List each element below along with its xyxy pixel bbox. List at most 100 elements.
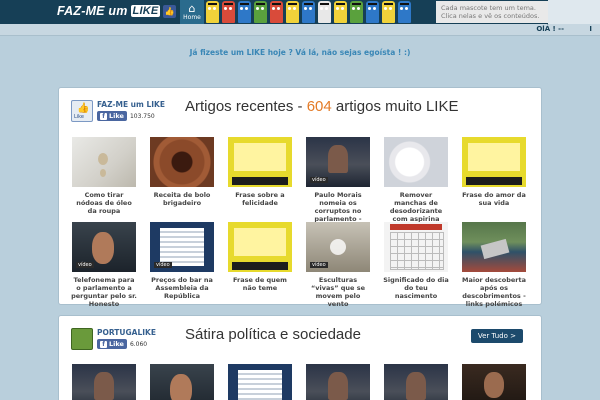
site-logo[interactable]: FAZ-ME um LIKE 👍 — [57, 2, 177, 20]
satire-title: Sátira política e sociedade — [185, 326, 361, 343]
mascot-10-icon[interactable] — [350, 1, 363, 23]
home-tab-label: Home — [183, 13, 201, 21]
article-card[interactable]: Frase sobre a felicidade — [227, 137, 293, 207]
article-thumbnail[interactable]: vídeo — [150, 364, 214, 400]
facebook-like-count: 6.060 — [129, 340, 148, 348]
article-thumbnail[interactable]: vídeo — [306, 364, 370, 400]
thumbs-up-icon: 👍 — [77, 103, 90, 114]
article-card[interactable]: Maior descoberta após os descobrimentos … — [461, 222, 527, 308]
article-thumbnail[interactable] — [462, 137, 526, 187]
article-card[interactable]: vídeo Telefonema para o parlamento a perg… — [71, 222, 137, 308]
article-thumbnail[interactable] — [228, 222, 292, 272]
mascot-6-icon[interactable] — [286, 1, 299, 23]
mascot-5-icon[interactable] — [270, 1, 283, 23]
article-thumbnail[interactable] — [228, 137, 292, 187]
logo-text: FAZ-ME um — [57, 4, 128, 18]
recent-articles-panel: 👍 Like FAZ-ME um LIKE f Like 103.750 Art… — [58, 87, 542, 308]
article-caption[interactable]: Frase do amor da sua vida — [461, 191, 527, 207]
facebook-like-button[interactable]: f Like — [97, 111, 127, 121]
title-suffix: artigos muito LIKE — [331, 98, 459, 115]
article-card[interactable]: Frase do amor da sua vida — [461, 137, 527, 207]
mascot-9-icon[interactable] — [334, 1, 347, 23]
mascot-4-icon[interactable] — [254, 1, 267, 23]
facebook-icon: f — [100, 112, 107, 120]
article-caption[interactable]: Frase sobre a felicidade — [227, 191, 293, 207]
video-badge: vídeo — [154, 262, 172, 268]
title-prefix: Artigos recentes - — [185, 98, 307, 115]
article-count: 604 — [306, 98, 332, 115]
like-logo-icon[interactable]: 👍 Like — [71, 100, 93, 122]
article-caption[interactable]: Maior descoberta após os descobrimentos … — [461, 276, 527, 308]
mascot-3-icon[interactable] — [238, 1, 251, 23]
article-card[interactable]: vídeo — [305, 364, 371, 400]
article-thumbnail[interactable]: vídeo — [462, 364, 526, 400]
article-card[interactable]: vídeo — [71, 364, 137, 400]
article-caption[interactable]: Como tirar nódoas de óleo da roupa — [71, 191, 137, 215]
article-card[interactable]: Remover manchas de desodorizante com asp… — [383, 137, 449, 223]
top-bar-right — [548, 0, 600, 24]
brand-block: PORTUGALIKE f Like 6.060 — [71, 328, 156, 350]
article-card[interactable]: Como tirar nódoas de óleo da roupa — [71, 137, 137, 215]
article-thumbnail[interactable] — [384, 222, 448, 272]
top-bar: FAZ-ME um LIKE 👍 ⌂ Home Cada mascote tem… — [0, 0, 600, 24]
brand-name[interactable]: PORTUGALIKE — [97, 328, 156, 338]
article-card[interactable]: vídeo — [383, 364, 449, 400]
article-thumbnail[interactable] — [150, 137, 214, 187]
mascot-tip: Cada mascote tem um tema. Clica nelas e … — [436, 1, 548, 23]
mascot-7-icon[interactable] — [302, 1, 315, 23]
article-card[interactable]: vídeo Esculturas “vivas” que se movem pel… — [305, 222, 371, 308]
article-caption[interactable]: Preços do bar na Assembleia da República — [149, 276, 215, 300]
thumbs-up-icon: 👍 — [163, 4, 177, 18]
facebook-like-label: Like — [109, 112, 124, 120]
article-thumbnail[interactable] — [384, 137, 448, 187]
mascot-8-icon[interactable] — [318, 1, 331, 23]
article-thumbnail[interactable]: vídeo — [384, 364, 448, 400]
mascot-13-icon[interactable] — [398, 1, 411, 23]
article-thumbnail[interactable]: vídeo — [306, 137, 370, 187]
logo-like-text: LIKE — [130, 5, 161, 17]
article-caption[interactable]: Remover manchas de desodorizante com asp… — [383, 191, 449, 223]
article-card[interactable]: Frase de quem não teme — [227, 222, 293, 292]
article-card[interactable]: vídeo — [461, 364, 527, 400]
greeting: OlÁ ! -- — [536, 25, 564, 33]
article-caption[interactable]: Receita de bolo brigadeiro — [149, 191, 215, 207]
article-thumbnail[interactable]: vídeo — [72, 364, 136, 400]
article-caption[interactable]: Frase de quem não teme — [227, 276, 293, 292]
mascot-12-icon[interactable] — [382, 1, 395, 23]
brand-name[interactable]: FAZ-ME um LIKE — [97, 100, 165, 110]
recent-articles-title: Artigos recentes - 604 artigos muito LIK… — [185, 98, 458, 115]
article-card[interactable]: vídeo Preços do bar na Assembleia da Repú… — [149, 222, 215, 300]
home-icon: ⌂ — [188, 1, 196, 15]
user-bar — [0, 24, 600, 36]
article-card[interactable]: Significado do dia do teu nascimento — [383, 222, 449, 300]
article-card[interactable]: vídeo — [227, 364, 293, 400]
article-caption[interactable]: Telefonema para o parlamento a perguntar… — [71, 276, 137, 308]
mascot-nav — [206, 1, 411, 23]
satire-panel: PORTUGALIKE f Like 6.060 Sátira política… — [58, 315, 542, 400]
video-badge: vídeo — [310, 177, 328, 183]
portugalike-mascot-icon[interactable] — [71, 328, 93, 350]
article-thumbnail[interactable]: vídeo — [72, 222, 136, 272]
brand-icon-label: Like — [74, 114, 84, 120]
article-caption[interactable]: Esculturas “vivas” que se movem pelo ven… — [305, 276, 371, 308]
mascot-1-icon[interactable] — [206, 1, 219, 23]
article-card[interactable]: vídeo Paulo Morais nomeia os corruptos no… — [305, 137, 371, 231]
article-card[interactable]: vídeo — [149, 364, 215, 400]
article-caption[interactable]: Significado do dia do teu nascimento — [383, 276, 449, 300]
mascot-11-icon[interactable] — [366, 1, 379, 23]
home-tab[interactable]: ⌂ Home — [180, 0, 204, 24]
greeting-close[interactable]: I — [589, 25, 592, 33]
article-thumbnail[interactable] — [72, 137, 136, 187]
article-thumbnail[interactable] — [462, 222, 526, 272]
see-all-button[interactable]: Ver Tudo > — [470, 329, 523, 343]
facebook-like-count: 103.750 — [129, 112, 155, 120]
article-card[interactable]: Receita de bolo brigadeiro — [149, 137, 215, 207]
article-thumbnail[interactable]: vídeo — [306, 222, 370, 272]
mascot-2-icon[interactable] — [222, 1, 235, 23]
facebook-like-label: Like — [109, 340, 124, 348]
facebook-icon: f — [100, 340, 107, 348]
facebook-like-button[interactable]: f Like — [97, 339, 127, 349]
article-thumbnail[interactable]: vídeo — [228, 364, 292, 400]
like-banner: Já fizeste um LIKE hoje ? Vá lá, não sej… — [189, 48, 411, 57]
article-thumbnail[interactable]: vídeo — [150, 222, 214, 272]
